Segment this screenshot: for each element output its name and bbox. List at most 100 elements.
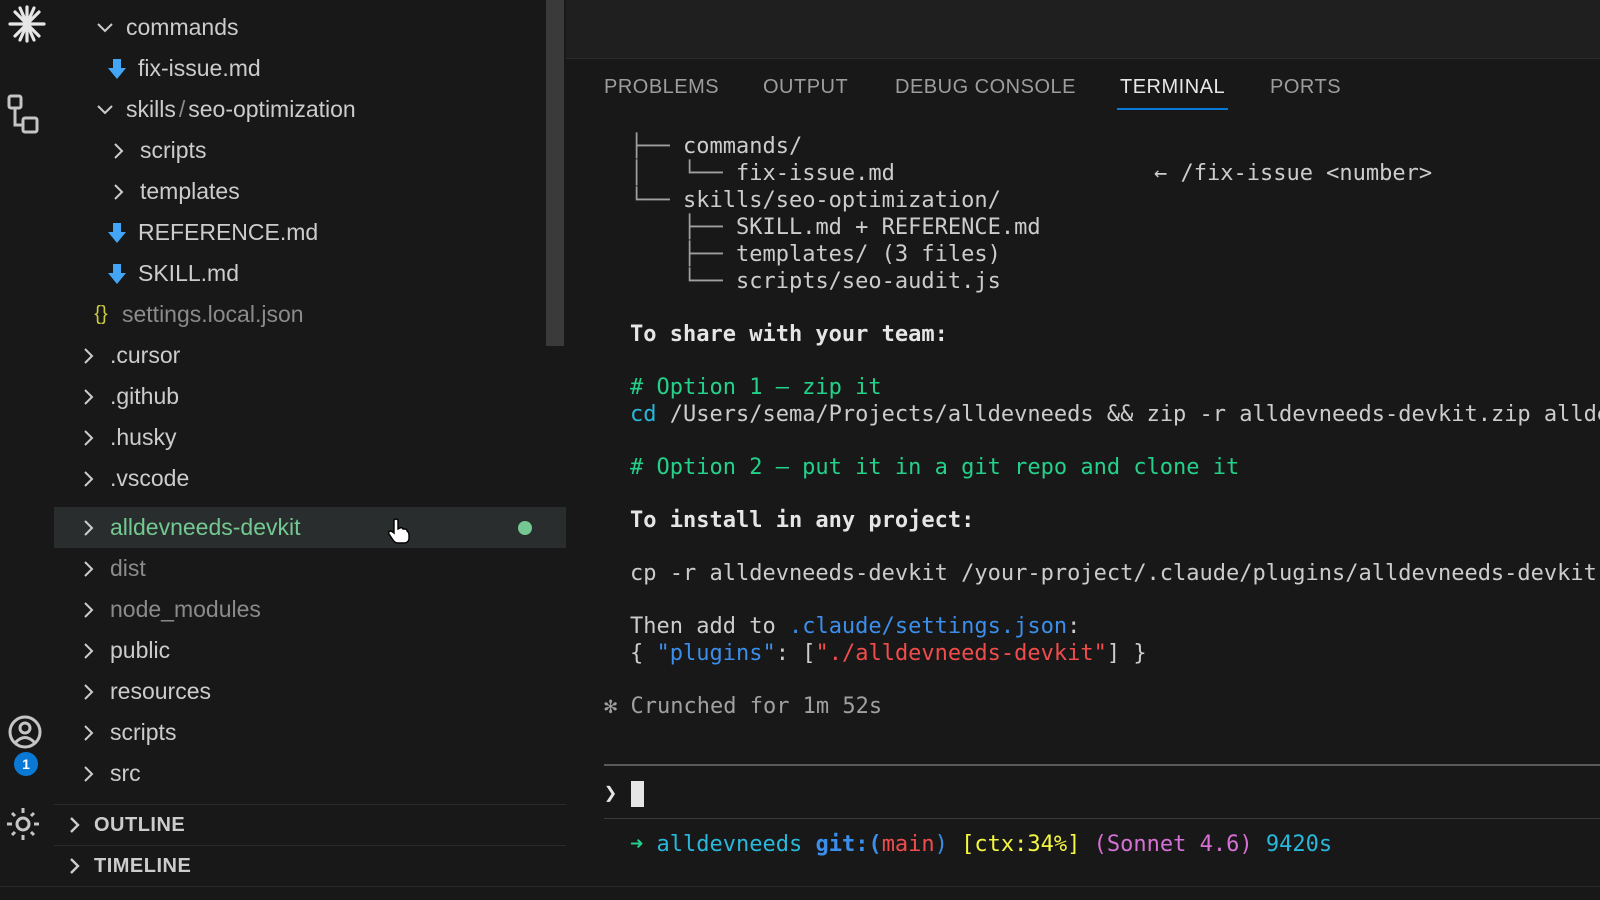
account-icon[interactable] <box>0 714 54 754</box>
tree-item-github[interactable]: .github <box>54 376 566 417</box>
claude-icon[interactable] <box>0 4 54 44</box>
tree-glyph: ├── <box>630 242 736 267</box>
terminal-line: ├── templates/ (3 files) <box>630 241 1001 268</box>
tree-item-scripts[interactable]: scripts <box>54 130 566 171</box>
tab-ports[interactable]: PORTS <box>1270 76 1341 110</box>
markdown-file-icon <box>106 58 128 80</box>
json-punct: ] } <box>1106 641 1147 666</box>
tree-glyph: ├── <box>630 134 683 159</box>
markdown-file-icon <box>106 263 128 285</box>
tree-item-reference-md[interactable]: REFERENCE.md <box>54 212 566 253</box>
tree-item-commands[interactable]: commands <box>54 7 566 48</box>
prompt-model: (Sonnet 4.6) <box>1093 832 1253 857</box>
terminal-heading: To install in any project: <box>630 508 975 533</box>
asterisk-icon: ✻ <box>604 694 618 719</box>
terminal-status: ✻ Crunched for 1m 52s <box>604 693 882 720</box>
tree-item-label: scripts <box>140 137 207 163</box>
sidebar-scrollbar[interactable] <box>546 0 564 346</box>
explorer-sidebar: commands fix-issue.md skills / seo-optimiz… <box>54 0 566 886</box>
tree-glyph: └── <box>630 188 683 213</box>
chevron-right-icon <box>78 427 100 449</box>
path-separator: / <box>178 96 186 122</box>
terminal-line: ├── SKILL.md + REFERENCE.md <box>630 214 1041 241</box>
terminal-comment: # Option 1 — zip it <box>630 375 882 400</box>
tree-entry: templates/ (3 files) <box>735 242 1001 267</box>
tree-item-label: settings.local.json <box>122 301 304 327</box>
tree-item-resources[interactable]: resources <box>54 671 566 712</box>
chevron-right-icon <box>78 558 100 580</box>
tree-item-label: fix-issue.md <box>138 55 261 81</box>
chevron-right-icon <box>78 386 100 408</box>
tree-item-public[interactable]: public <box>54 630 566 671</box>
prompt-git-label: git:( <box>815 832 882 857</box>
tree-item-settings-local-json[interactable]: {} settings.local.json <box>54 294 566 335</box>
prompt-chevron-icon: ❯ <box>604 781 618 806</box>
terminal-line: Then add to .claude/settings.json: <box>630 613 1080 640</box>
tree-item-label: REFERENCE.md <box>138 219 319 245</box>
terminal-command: cd /Users/sema/Projects/alldevneeds && z… <box>630 401 1600 428</box>
terminal-line: ├── commands/ <box>630 133 802 160</box>
path-segment: skills <box>126 96 176 122</box>
chevron-down-icon <box>94 17 116 39</box>
tree-item-alldevneeds-devkit[interactable]: alldevneeds-devkit <box>54 507 566 548</box>
chevron-right-icon <box>64 814 86 836</box>
tree-entry: SKILL.md + REFERENCE.md <box>735 215 1041 240</box>
tree-item-templates[interactable]: templates <box>54 171 566 212</box>
terminal-line: └── skills/seo-optimization/ <box>630 187 1001 214</box>
prompt-directory: alldevneeds <box>656 832 803 857</box>
tree-item-dist[interactable]: dist <box>54 548 566 589</box>
tree-item-src[interactable]: src <box>54 753 566 794</box>
account-badge: 1 <box>14 752 38 776</box>
tab-debug-console[interactable]: DEBUG CONSOLE <box>895 76 1076 110</box>
chevron-down-icon <box>94 99 116 121</box>
hand-pointer-icon <box>387 518 410 549</box>
tree-item-label: node_modules <box>110 596 261 622</box>
file-path: .claude/settings.json <box>788 614 1068 639</box>
json-file-icon: {} <box>94 303 108 325</box>
terminal-line: │ └── fix-issue.md <box>630 160 895 187</box>
tree-item-label: .husky <box>110 424 177 450</box>
tab-terminal[interactable]: TERMINAL <box>1117 76 1229 110</box>
chevron-right-icon <box>64 855 86 877</box>
section-label: TIMELINE <box>94 854 192 877</box>
tab-output[interactable]: OUTPUT <box>763 76 848 110</box>
tree-item-skill-md[interactable]: SKILL.md <box>54 253 566 294</box>
tree-item-vscode[interactable]: .vscode <box>54 458 566 499</box>
tab-problems[interactable]: PROBLEMS <box>604 76 719 110</box>
tree-item-node-modules[interactable]: node_modules <box>54 589 566 630</box>
tree-item-cursor[interactable]: .cursor <box>54 335 566 376</box>
tree-item-skills-seo-optimization[interactable]: skills / seo-optimization <box>54 89 566 130</box>
section-label: OUTLINE <box>94 813 186 836</box>
markdown-file-icon <box>106 222 128 244</box>
timeline-section-header[interactable]: TIMELINE <box>54 845 566 886</box>
tree-entry: skills/seo-optimization/ <box>682 188 1001 213</box>
terminal-heading: To share with your team: <box>630 322 948 347</box>
tree-glyph: ├── <box>630 215 736 240</box>
chevron-right-icon <box>78 722 100 744</box>
command-args: /Users/sema/Projects/alldevneeds && zip … <box>656 402 1600 427</box>
tree-item-label: scripts <box>110 719 177 745</box>
modified-dot-icon <box>518 521 532 535</box>
terminal-command: cp -r alldevneeds-devkit /your-project/.… <box>630 561 1597 586</box>
tree-item-label: templates <box>140 178 240 204</box>
tree-glyph: │ └── <box>630 161 736 186</box>
gear-icon[interactable] <box>0 804 54 844</box>
prompt-git-close: ) <box>934 832 948 857</box>
outline-section-header[interactable]: OUTLINE <box>54 804 566 845</box>
tree-entry: commands/ <box>682 134 803 159</box>
tree-item-label: src <box>110 760 141 786</box>
input-divider <box>604 764 1600 766</box>
chevron-right-icon <box>108 181 130 203</box>
source-control-icon[interactable] <box>0 94 54 138</box>
terminal-comment: # Option 2 — put it in a git repo and cl… <box>630 455 1240 480</box>
terminal-text: Then add to <box>630 614 789 639</box>
tree-item-fix-issue-md[interactable]: fix-issue.md <box>54 48 566 89</box>
terminal-input-caret[interactable] <box>631 781 644 807</box>
tree-item-label: SKILL.md <box>138 260 239 286</box>
chevron-right-icon <box>78 599 100 621</box>
tree-item-husky[interactable]: .husky <box>54 417 566 458</box>
shell-prompt: ➜ alldevneeds git:(main) [ctx:34%] (Sonn… <box>630 831 1332 858</box>
tree-item-label: .vscode <box>110 465 190 491</box>
json-key: "plugins" <box>656 641 776 666</box>
tree-item-scripts-root[interactable]: scripts <box>54 712 566 753</box>
